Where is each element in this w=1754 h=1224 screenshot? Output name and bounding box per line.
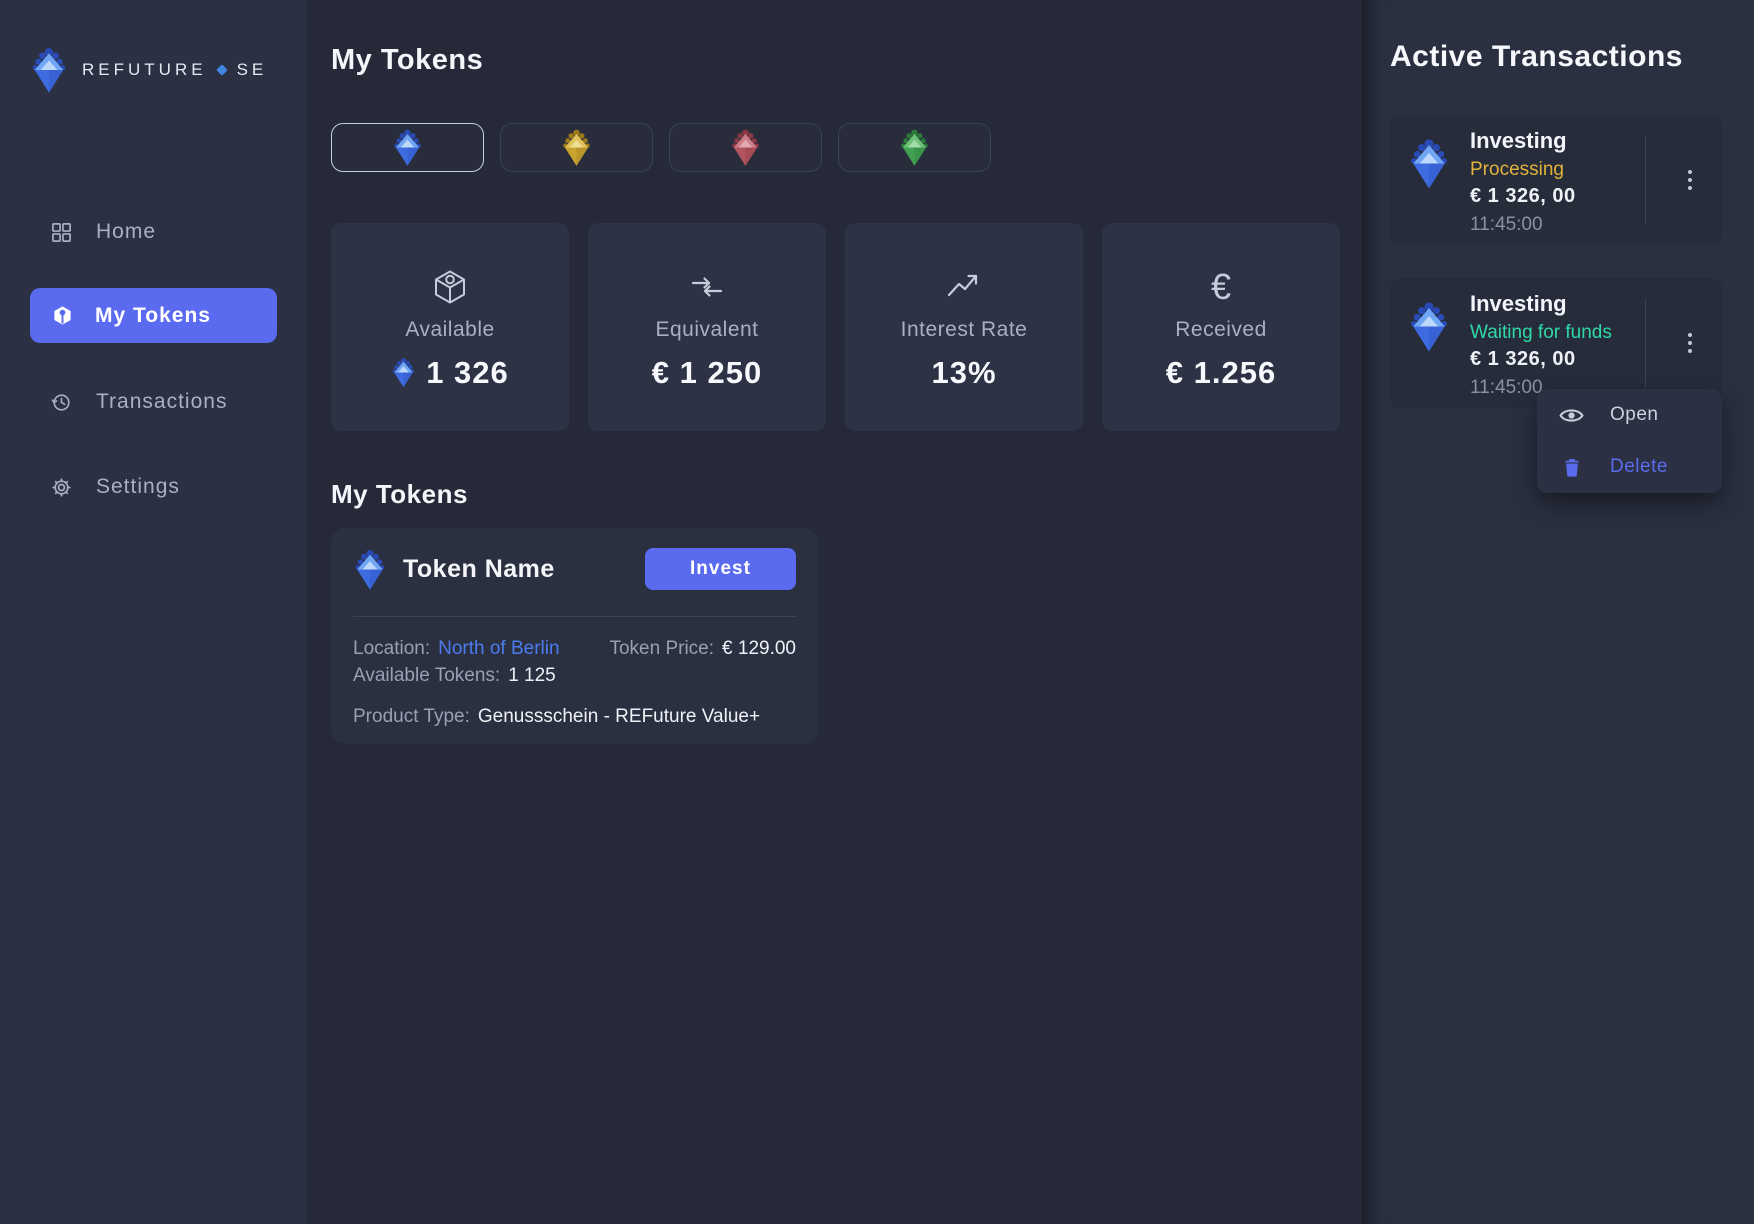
history-icon bbox=[50, 392, 72, 413]
blue-gem-icon bbox=[1408, 137, 1450, 190]
stat-card-interest-rate: Interest Rate 13% bbox=[845, 223, 1083, 431]
brand-name-left: REFUTURE bbox=[82, 60, 207, 80]
stat-label: Interest Rate bbox=[901, 318, 1028, 342]
kebab-menu-icon[interactable] bbox=[1684, 166, 1696, 194]
token-tab-gold[interactable] bbox=[500, 123, 653, 172]
invest-button[interactable]: Invest bbox=[645, 548, 796, 590]
trend-up-icon bbox=[945, 264, 983, 310]
price-label: Token Price: bbox=[609, 638, 714, 659]
stat-value: 1 326 bbox=[391, 355, 509, 391]
blue-gem-icon bbox=[391, 357, 416, 388]
package-icon bbox=[431, 264, 469, 310]
product-type-label: Product Type: bbox=[353, 706, 470, 727]
kebab-menu-icon[interactable] bbox=[1684, 329, 1696, 357]
sidebar-item-label: Settings bbox=[96, 475, 180, 499]
available-tokens-label: Available Tokens: bbox=[353, 665, 500, 686]
sidebar-item-transactions[interactable]: Transactions bbox=[0, 382, 307, 422]
token-icon bbox=[52, 305, 73, 326]
brand-name-right: SE bbox=[237, 60, 268, 80]
sidebar-item-label: My Tokens bbox=[95, 304, 211, 328]
page-title: My Tokens bbox=[331, 44, 483, 77]
location-link[interactable]: North of Berlin bbox=[438, 638, 559, 659]
stat-card-available: Available 1 326 bbox=[331, 223, 569, 431]
divider bbox=[1645, 298, 1646, 388]
divider bbox=[353, 616, 796, 617]
panel-title: Active Transactions bbox=[1390, 40, 1683, 74]
transaction-amount: € 1 326, 00 bbox=[1470, 185, 1576, 208]
sidebar-item-settings[interactable]: Settings bbox=[0, 467, 307, 507]
gold-gem-icon bbox=[561, 128, 592, 167]
stats-row: Available 1 326 Equivalent € 1 250 bbox=[331, 223, 1340, 431]
available-tokens-value: 1 125 bbox=[508, 665, 556, 686]
sidebar: REFUTURE SE Home My Tokens bbox=[0, 0, 307, 1224]
divider bbox=[1645, 135, 1646, 225]
stat-card-equivalent: Equivalent € 1 250 bbox=[588, 223, 826, 431]
location-label: Location: bbox=[353, 638, 430, 659]
stat-card-received: € Received € 1.256 bbox=[1102, 223, 1340, 431]
transaction-name: Investing bbox=[1470, 128, 1576, 154]
sidebar-item-label: Home bbox=[96, 220, 156, 244]
product-type-value: Genussschein - REFuture Value+ bbox=[478, 706, 760, 727]
sidebar-item-my-tokens[interactable]: My Tokens bbox=[30, 288, 277, 343]
sidebar-item-label: Transactions bbox=[96, 390, 227, 414]
grid-icon bbox=[50, 222, 72, 243]
token-tab-blue[interactable] bbox=[331, 123, 484, 172]
transaction-card[interactable]: Investing Processing € 1 326, 00 11:45:0… bbox=[1390, 115, 1722, 245]
brand-gem-icon bbox=[30, 46, 68, 94]
transaction-name: Investing bbox=[1470, 291, 1612, 317]
main-content: My Tokens Available 1 bbox=[307, 0, 1362, 1224]
context-menu: Open Delete bbox=[1537, 389, 1722, 493]
blue-gem-icon bbox=[353, 548, 387, 591]
menu-item-delete[interactable]: Delete bbox=[1537, 441, 1722, 493]
euro-icon: € bbox=[1211, 264, 1231, 310]
token-name: Token Name bbox=[403, 555, 555, 584]
transaction-status: Waiting for funds bbox=[1470, 322, 1612, 344]
eye-icon bbox=[1559, 407, 1584, 424]
green-gem-icon bbox=[899, 128, 930, 167]
sidebar-item-home[interactable]: Home bbox=[0, 212, 307, 252]
stat-label: Received bbox=[1175, 318, 1267, 342]
token-selector bbox=[331, 123, 991, 172]
blue-gem-icon bbox=[1408, 300, 1450, 353]
stat-value: € 1 250 bbox=[652, 355, 762, 391]
transaction-time: 11:45:00 bbox=[1470, 214, 1576, 236]
price-value: € 129.00 bbox=[722, 638, 796, 659]
stat-value: € 1.256 bbox=[1166, 355, 1276, 391]
token-tab-red[interactable] bbox=[669, 123, 822, 172]
token-card: Token Name Invest Location: North of Berl… bbox=[331, 528, 818, 744]
trash-icon bbox=[1559, 458, 1584, 477]
gear-icon bbox=[50, 477, 72, 498]
stat-value: 13% bbox=[931, 355, 996, 391]
active-transactions-panel: Active Transactions Investing Processing… bbox=[1362, 0, 1754, 1224]
transaction-status: Processing bbox=[1470, 159, 1576, 181]
stat-label: Equivalent bbox=[655, 318, 758, 342]
stat-label: Available bbox=[405, 318, 494, 342]
section-title-my-tokens: My Tokens bbox=[331, 479, 468, 510]
blue-gem-icon bbox=[392, 128, 423, 167]
menu-item-open[interactable]: Open bbox=[1537, 389, 1722, 441]
brand-logo: REFUTURE SE bbox=[30, 46, 267, 94]
swap-arrows-icon bbox=[688, 264, 726, 310]
brand-diamond-icon bbox=[216, 64, 227, 75]
red-gem-icon bbox=[730, 128, 761, 167]
transaction-amount: € 1 326, 00 bbox=[1470, 348, 1612, 371]
token-tab-green[interactable] bbox=[838, 123, 991, 172]
